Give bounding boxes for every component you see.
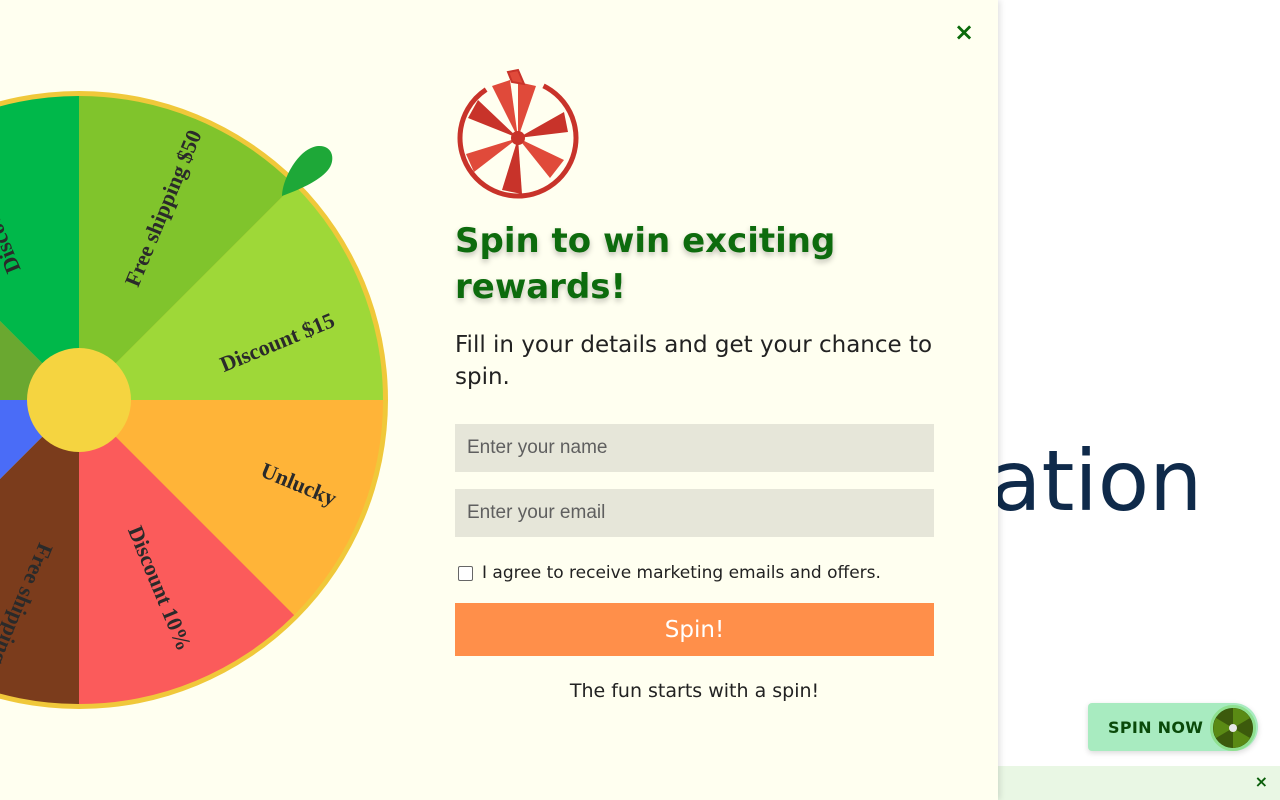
spin-popup: × Discount $15 Unlucky Discount 10% Free… (0, 0, 998, 800)
wheel-pointer-icon (278, 140, 338, 200)
consent-label: I agree to receive marketing emails and … (482, 563, 881, 583)
consent-row[interactable]: I agree to receive marketing emails and … (458, 563, 881, 583)
popup-footer-text: The fun starts with a spin! (569, 680, 820, 702)
wheel-hub (27, 348, 131, 452)
bottom-bar-close-icon[interactable]: × (1255, 772, 1268, 791)
popup-subtitle: Fill in your details and get your chance… (455, 332, 933, 390)
background-heading: ation (990, 432, 1203, 530)
spin-button[interactable]: Spin! (455, 603, 934, 656)
spin-now-label: SPIN NOW (1108, 717, 1204, 737)
close-icon[interactable]: × (952, 18, 976, 46)
bottom-notification-bar: × (998, 766, 1280, 800)
consent-checkbox[interactable] (458, 565, 473, 581)
mini-wheel-icon (1210, 705, 1256, 751)
email-input[interactable] (455, 489, 934, 537)
spin-now-button[interactable]: SPIN NOW (1088, 703, 1258, 751)
name-input[interactable] (455, 424, 934, 472)
spin-wheel-logo-icon (452, 68, 584, 200)
popup-title: Spin to win exciting rewards! (455, 221, 836, 307)
